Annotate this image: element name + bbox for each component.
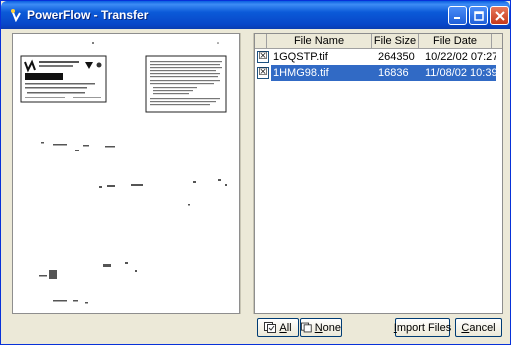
app-icon <box>11 9 21 22</box>
content-area: File Name File Size File Date ☒ 1GQSTP.t… <box>4 29 507 342</box>
select-all-button[interactable]: All <box>257 318 299 337</box>
maximize-icon <box>473 10 484 21</box>
import-files-button[interactable]: Import Files <box>394 318 452 337</box>
close-icon <box>494 10 505 21</box>
window-title: PowerFlow - Transfer <box>27 8 149 22</box>
select-all-mnemonic: A <box>279 321 287 334</box>
file-name-cell: 1GQSTP.tif <box>273 51 328 63</box>
file-date-cell: 11/08/02 10:39 <box>423 65 496 81</box>
file-checkbox[interactable]: ☒ <box>257 67 269 79</box>
file-row[interactable]: ☒ 1HMG98.tif 16836 11/08/02 10:39 <box>255 65 502 81</box>
file-list[interactable]: File Name File Size File Date ☒ 1GQSTP.t… <box>254 33 503 314</box>
file-size-cell: 16836 <box>376 65 423 81</box>
select-none-mnemonic: N <box>314 321 323 334</box>
file-row[interactable]: ☒ 1GQSTP.tif 264350 10/22/02 07:27 <box>255 49 502 65</box>
select-all-icon <box>264 322 277 333</box>
minimize-icon <box>454 17 460 19</box>
pane-splitter[interactable] <box>240 33 254 314</box>
file-date-cell: 10/22/02 07:27 <box>425 51 496 63</box>
minimize-button[interactable] <box>448 6 467 25</box>
column-header-file-date[interactable]: File Date <box>419 34 492 49</box>
close-button[interactable] <box>490 6 509 25</box>
file-checkbox[interactable]: ☒ <box>257 51 269 63</box>
maximize-button[interactable] <box>469 6 488 25</box>
document-preview[interactable] <box>12 33 240 314</box>
column-header-file-name[interactable]: File Name <box>267 34 372 49</box>
file-name-cell: 1HMG98.tif <box>271 65 376 81</box>
select-none-button[interactable]: None <box>300 318 342 337</box>
file-size-cell: 264350 <box>378 51 415 63</box>
select-none-label: one <box>322 321 341 334</box>
cancel-button[interactable]: Cancel <box>455 318 502 337</box>
file-list-header: File Name File Size File Date <box>255 34 502 49</box>
select-none-icon <box>301 322 312 333</box>
column-header-file-size[interactable]: File Size <box>372 34 419 49</box>
cancel-label: ancel <box>469 321 496 334</box>
column-header-check[interactable] <box>255 34 267 49</box>
button-bar: All None Import Files Cancel <box>4 316 507 342</box>
transfer-window: PowerFlow - Transfer File Name File Size… <box>0 0 511 345</box>
title-bar[interactable]: PowerFlow - Transfer <box>1 1 510 29</box>
select-all-label: ll <box>286 321 292 334</box>
import-files-label: mport Files <box>396 321 452 334</box>
scanned-document-image <box>20 42 227 304</box>
